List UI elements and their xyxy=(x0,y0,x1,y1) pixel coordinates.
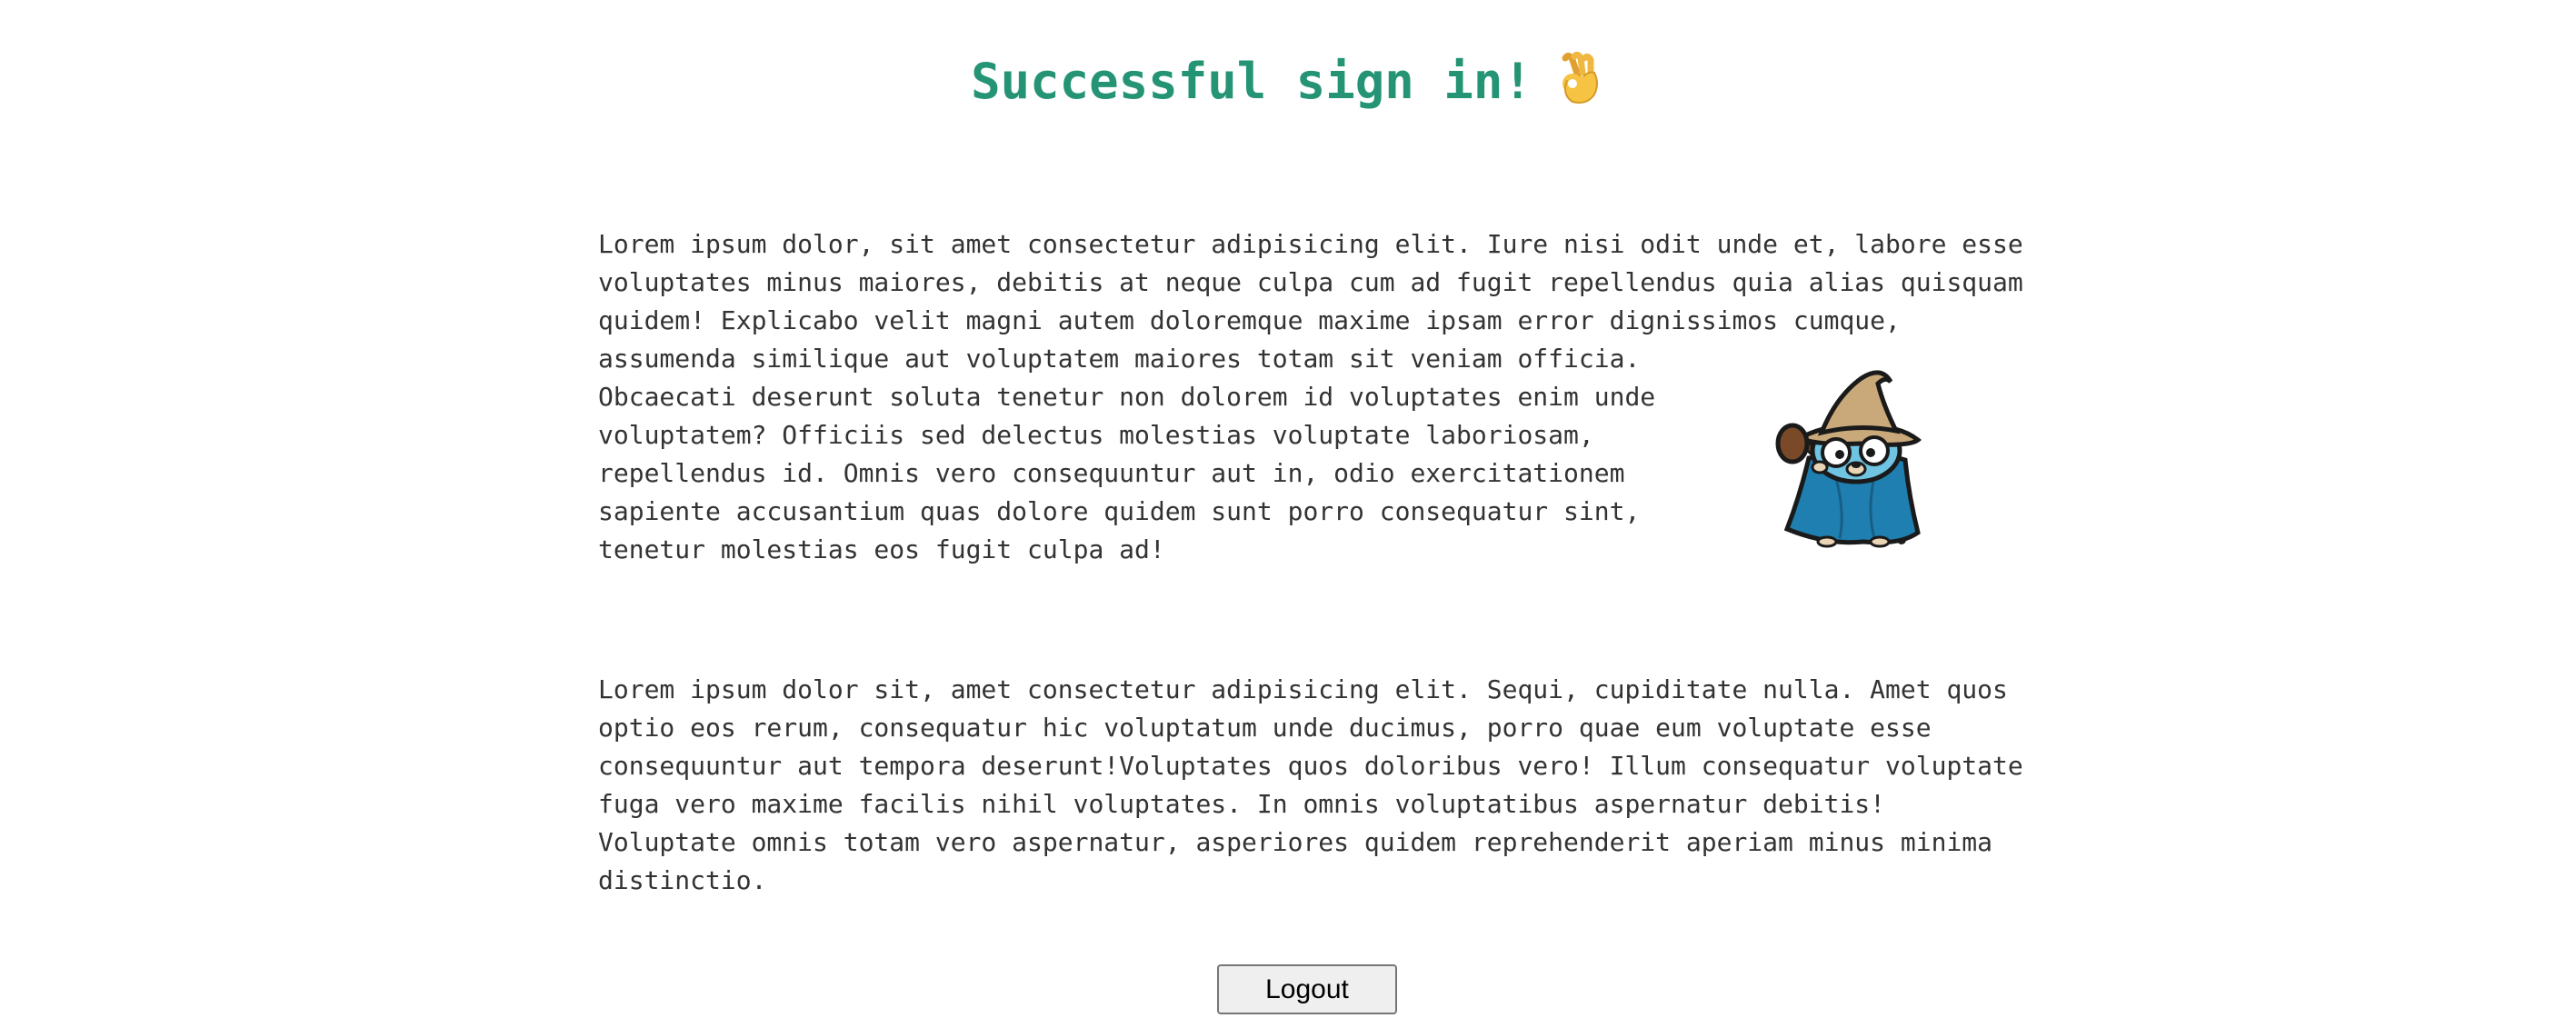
page-title: Successful sign in! xyxy=(0,44,2576,120)
ok-hand-icon xyxy=(1562,51,1598,104)
page-title-text: Successful sign in! xyxy=(971,53,1533,110)
paragraph-line: quidem! Explicabo velit magni autem dolo… xyxy=(598,305,1901,335)
paragraph-line: Voluptate omnis totam vero aspernatur, a… xyxy=(598,827,1993,857)
paragraph-line: Lorem ipsum dolor sit, amet consectetur … xyxy=(598,674,2008,704)
body-paragraph: Lorem ipsum dolor sit, amet consectetur … xyxy=(598,671,2023,900)
gopher-wizard-icon xyxy=(1775,370,1922,548)
logout-button[interactable]: Logout xyxy=(1217,964,1397,1014)
paragraph-line: fuga vero maxime facilis nihil voluptate… xyxy=(598,789,1886,819)
paragraph-line: distinctio. xyxy=(598,865,767,895)
paragraph-line: voluptates minus maiores, debitis at neq… xyxy=(598,267,2023,297)
paragraph-line: consequuntur aut tempora deserunt!Volupt… xyxy=(598,751,2023,781)
paragraph-line: Lorem ipsum dolor, sit amet consectetur … xyxy=(598,229,2023,259)
paragraph-line: optio eos rerum, consequatur hic volupta… xyxy=(598,713,1932,743)
